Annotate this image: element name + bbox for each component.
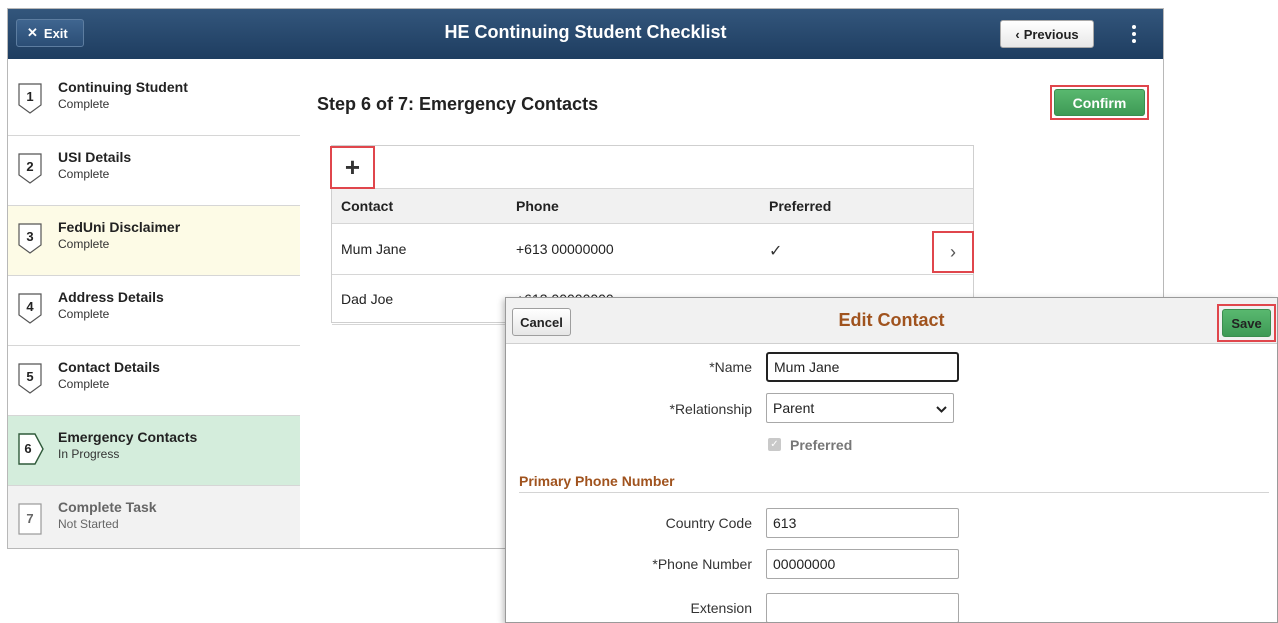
phone-number-field[interactable]: 00000000 [766,549,959,579]
relationship-value: Parent [773,400,815,416]
column-header-contact: Contact [341,198,394,214]
confirm-button-highlight[interactable]: Confirm [1050,85,1149,120]
step-heading: Step 6 of 7: Emergency Contacts [317,94,599,114]
previous-button[interactable]: ‹ Previous [1000,20,1094,48]
exit-button[interactable]: ✕ Exit [16,19,84,47]
column-header-phone: Phone [516,198,559,214]
step-item-complete-task[interactable]: 7 Complete Task Not Started [8,486,300,548]
step-title: FedUni Disclaimer [58,219,181,235]
relationship-label: *Relationship [669,401,753,417]
preferred-label: Preferred [790,437,853,453]
page-title: HE Continuing Student Checklist [444,22,727,42]
extension-label: Extension [690,600,752,616]
step-badge-icon: 5 [18,363,42,395]
step-status: Complete [58,377,110,391]
relationship-select[interactable]: Parent [766,393,954,423]
step-status: Complete [58,237,110,251]
name-label: *Name [709,359,752,375]
chevron-down-icon [936,400,947,416]
section-title-primary-phone: Primary Phone Number [519,473,675,489]
step-status: Complete [58,167,110,181]
chevron-left-icon: ‹ [1015,26,1020,42]
banner: HE Continuing Student Checklist ✕ Exit ‹… [8,9,1163,59]
step-item-address-details[interactable]: 4 Address Details Complete [8,276,300,346]
step-title: Contact Details [58,359,160,375]
chevron-right-icon: › [950,241,956,262]
grid-header: Contact Phone Preferred [332,189,973,224]
previous-label: Previous [1023,26,1079,42]
extension-field[interactable] [766,593,959,622]
name-field[interactable]: Mum Jane [766,352,959,382]
contact-cell: Mum Jane [341,241,407,257]
step-badge-icon: 7 [18,503,42,535]
step-item-feduni-disclaimer[interactable]: 3 FedUni Disclaimer Complete [8,206,300,276]
step-item-continuing-student[interactable]: 1 Continuing Student Complete [8,66,300,136]
add-contact-button[interactable]: + [330,146,375,189]
preferred-check-icon: ✓ [769,243,783,260]
step-title: Complete Task [58,499,157,515]
exit-label: Exit [43,25,68,41]
table-row[interactable]: Mum Jane +613 00000000 ✓ › [332,225,974,275]
save-button-highlight[interactable]: Save [1217,304,1276,342]
row-chevron-button[interactable]: › [932,231,974,273]
step-status: Complete [58,307,110,321]
step-badge-icon: 2 [18,153,42,185]
step-title: USI Details [58,149,132,165]
edit-contact-modal: Cancel Edit Contact Save *Name Mum Jane … [505,297,1278,623]
step-item-emergency-contacts[interactable]: 6 Emergency Contacts In Progress [8,416,300,486]
country-code-field[interactable]: 613 [766,508,959,538]
confirm-button[interactable]: Confirm [1054,89,1145,116]
column-header-preferred: Preferred [769,198,832,214]
step-title: Address Details [58,289,164,305]
plus-icon: + [344,152,361,182]
step-status: Complete [58,97,110,111]
save-button[interactable]: Save [1222,309,1271,337]
country-code-label: Country Code [665,515,752,531]
phone-number-label: *Phone Number [652,556,752,572]
step-badge-icon: 3 [18,223,42,255]
modal-title: Edit Contact [838,310,945,330]
step-sidebar: 1 Continuing Student Complete 2 USI Deta… [8,66,300,548]
step-badge-icon: 1 [18,83,42,115]
grid-toolbar: + [330,146,973,189]
step-title: Emergency Contacts [58,429,198,445]
step-badge-icon: 4 [18,293,42,325]
contact-cell: Dad Joe [341,291,394,307]
step-title: Continuing Student [58,79,188,95]
preferred-checkbox[interactable]: ✓ [768,438,781,451]
step-badge-current-icon: 6 [18,433,44,465]
section-divider [519,492,1269,493]
more-actions-icon[interactable] [1123,19,1145,49]
step-status: Not Started [58,517,119,531]
step-item-contact-details[interactable]: 5 Contact Details Complete [8,346,300,416]
phone-cell: +613 00000000 [516,241,614,257]
step-status: In Progress [58,447,120,461]
modal-header: Cancel Edit Contact Save [506,298,1277,344]
close-icon: ✕ [27,25,38,40]
step-item-usi-details[interactable]: 2 USI Details Complete [8,136,300,206]
